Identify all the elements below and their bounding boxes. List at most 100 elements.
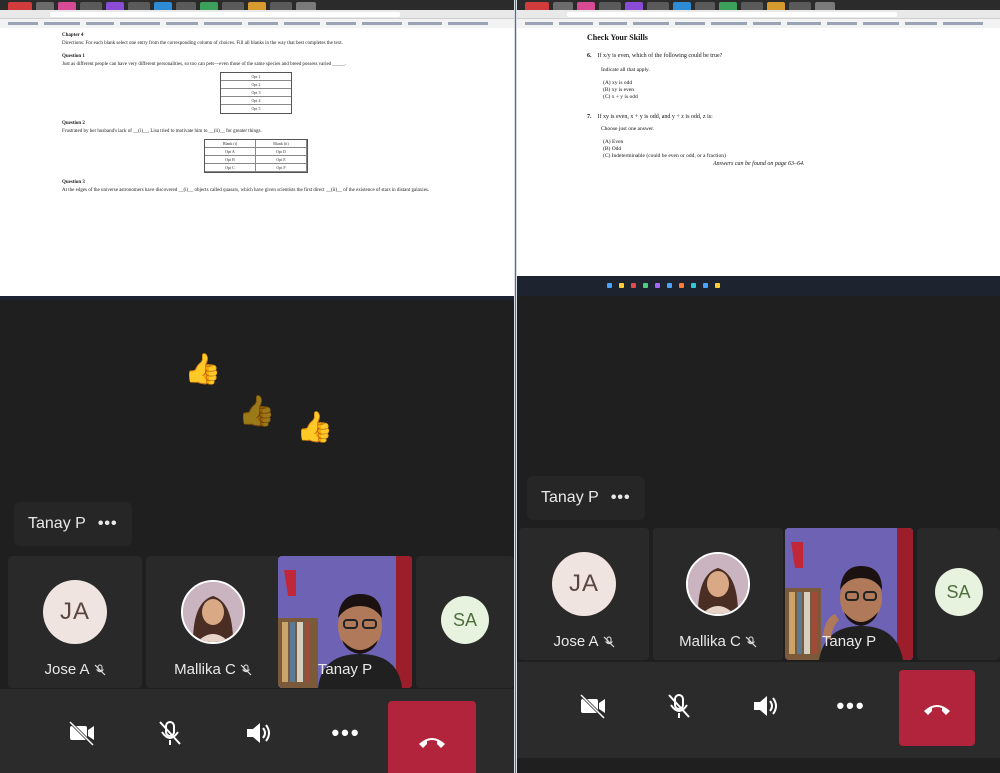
answer-choice: (A) Even bbox=[603, 139, 624, 145]
question-1-heading: Question 1 bbox=[62, 54, 85, 59]
presenter-name-chip[interactable]: Tanay P ••• bbox=[527, 476, 645, 520]
camera-toggle-button[interactable] bbox=[58, 709, 106, 757]
avatar bbox=[686, 552, 750, 616]
question-instruction: Choose just one answer. bbox=[601, 126, 655, 132]
answer-choice: (B) xy is even bbox=[603, 87, 635, 93]
quiz-content: Chapter 4 Directions: For each blank sel… bbox=[62, 32, 454, 194]
presenter-more-options[interactable]: ••• bbox=[611, 489, 631, 507]
participant-label: Tanay P bbox=[278, 661, 412, 678]
hang-up-icon bbox=[419, 738, 445, 748]
question-text: If xy is even, x + y is odd, and y + z i… bbox=[597, 114, 713, 120]
question-6: 6. If x/y is even, which of the following… bbox=[587, 52, 887, 60]
question-3-heading: Question 3 bbox=[62, 180, 85, 185]
bookmarks-bar bbox=[0, 19, 514, 28]
windows-taskbar bbox=[517, 276, 1000, 296]
question-instruction: Indicate all that apply. bbox=[601, 67, 650, 73]
option-cell: Opt 2 bbox=[221, 81, 291, 89]
shared-document-page: Chapter 4 Directions: For each blank sel… bbox=[0, 28, 514, 296]
option-cell: Opt B bbox=[205, 156, 256, 164]
skills-content: Check Your Skills 6. If x/y is even, whic… bbox=[587, 33, 887, 169]
call-control-bar: ••• bbox=[517, 662, 1000, 758]
mic-toggle-button[interactable] bbox=[146, 709, 194, 757]
presenter-name-chip[interactable]: Tanay P ••• bbox=[14, 502, 132, 546]
participant-name: Tanay P bbox=[821, 633, 877, 650]
browser-tab-bar bbox=[0, 0, 514, 10]
presenter-name: Tanay P bbox=[541, 489, 599, 506]
participant-tile-tanay-video[interactable]: Tanay P bbox=[785, 528, 913, 660]
participant-label: Mallika C bbox=[653, 633, 783, 650]
end-call-button[interactable] bbox=[899, 670, 975, 746]
option-cell: Opt A bbox=[205, 148, 256, 156]
participant-label: Jose A bbox=[8, 661, 142, 678]
option-cell: Opt 4 bbox=[221, 97, 291, 105]
participant-label: Tanay P bbox=[785, 633, 913, 650]
participant-name: Mallika C bbox=[679, 633, 741, 650]
speaker-button[interactable] bbox=[741, 682, 789, 730]
windows-taskbar bbox=[0, 296, 514, 300]
answer-choice: (B) Odd bbox=[603, 146, 622, 152]
thumbs-up-reaction: 👍 bbox=[238, 395, 276, 428]
shared-screen: Check Your Skills 6. If x/y is even, whic… bbox=[517, 0, 1000, 296]
address-bar bbox=[0, 10, 514, 19]
skills-title: Check Your Skills bbox=[587, 33, 648, 42]
end-call-button[interactable] bbox=[388, 701, 476, 773]
participant-strip: JA Jose A Mallika C Tanay P SA bbox=[8, 556, 514, 688]
avatar bbox=[181, 580, 245, 644]
presenter-name: Tanay P bbox=[28, 515, 86, 532]
thumbs-up-reaction: 👍 bbox=[184, 353, 222, 386]
question-2-heading: Question 2 bbox=[62, 121, 85, 126]
speaker-icon bbox=[754, 696, 777, 716]
participant-tile-tanay-video[interactable]: Tanay P bbox=[278, 556, 412, 688]
question-7-choices: (A) Even (B) Odd (C) Indeterminable (cou… bbox=[587, 139, 887, 160]
mic-off-icon bbox=[603, 636, 614, 647]
participant-tile-mallika[interactable]: Mallika C bbox=[146, 556, 280, 688]
call-control-bar: ••• bbox=[0, 689, 514, 773]
camera-toggle-button[interactable] bbox=[569, 682, 617, 730]
camera-off-icon bbox=[579, 693, 606, 720]
more-options-icon: ••• bbox=[836, 693, 866, 718]
participant-label: Jose A bbox=[519, 633, 649, 650]
mic-off-icon bbox=[159, 721, 181, 745]
avatar: JA bbox=[43, 580, 107, 644]
mic-off-icon bbox=[745, 636, 757, 647]
mic-toggle-button[interactable] bbox=[655, 682, 703, 730]
option-cell: Opt E bbox=[256, 156, 307, 164]
presenter-more-options[interactable]: ••• bbox=[98, 515, 118, 533]
participant-label: Mallika C bbox=[146, 661, 280, 678]
camera-off-icon bbox=[68, 720, 95, 747]
question-number: 6. bbox=[587, 53, 592, 59]
mic-off-icon bbox=[240, 664, 252, 675]
option-cell: Opt C bbox=[205, 164, 256, 172]
left-call-window: Chapter 4 Directions: For each blank sel… bbox=[0, 0, 514, 773]
answer-choice: (C) x + y is odd bbox=[603, 94, 638, 100]
option-cell: Opt 5 bbox=[251, 106, 261, 111]
browser-tab-bar bbox=[517, 0, 1000, 10]
more-options-icon: ••• bbox=[331, 720, 361, 745]
participant-name: Jose A bbox=[553, 633, 599, 650]
hang-up-icon bbox=[924, 705, 950, 715]
option-cell: Opt F bbox=[256, 164, 307, 172]
option-cell: Blank (ii) bbox=[256, 140, 307, 148]
participant-tile-jose[interactable]: JA Jose A bbox=[8, 556, 142, 688]
option-cell: Opt D bbox=[256, 148, 307, 156]
question-7: 7. If xy is even, x + y is odd, and y + z… bbox=[587, 113, 887, 121]
speaker-button[interactable] bbox=[234, 709, 282, 757]
shared-document-page: Check Your Skills 6. If x/y is even, whic… bbox=[517, 28, 1000, 276]
option-cell: Opt 1 bbox=[221, 73, 291, 81]
participant-tile-jose[interactable]: JA Jose A bbox=[519, 528, 649, 660]
participant-tile-sa[interactable]: SA bbox=[917, 528, 1000, 660]
participant-name: Jose A bbox=[44, 661, 90, 678]
participant-tile-sa[interactable]: SA bbox=[416, 556, 514, 688]
address-bar bbox=[517, 10, 1000, 19]
more-options-button[interactable]: ••• bbox=[827, 682, 875, 730]
question-3-text: At the edges of the universe astronomers… bbox=[62, 188, 430, 193]
participant-name: Tanay P bbox=[317, 661, 373, 678]
more-options-button[interactable]: ••• bbox=[322, 709, 370, 757]
shared-screen: Chapter 4 Directions: For each blank sel… bbox=[0, 0, 514, 300]
thumbs-up-reaction: 👍 bbox=[296, 411, 334, 444]
quiz-directions: Directions: For each blank select one en… bbox=[62, 41, 343, 46]
avatar: SA bbox=[934, 568, 983, 616]
avatar: JA bbox=[552, 552, 616, 616]
participant-tile-mallika[interactable]: Mallika C bbox=[653, 528, 783, 660]
question-1-options: Opt 1 Opt 2 Opt 3 Opt 4 Opt 5 bbox=[220, 72, 292, 114]
